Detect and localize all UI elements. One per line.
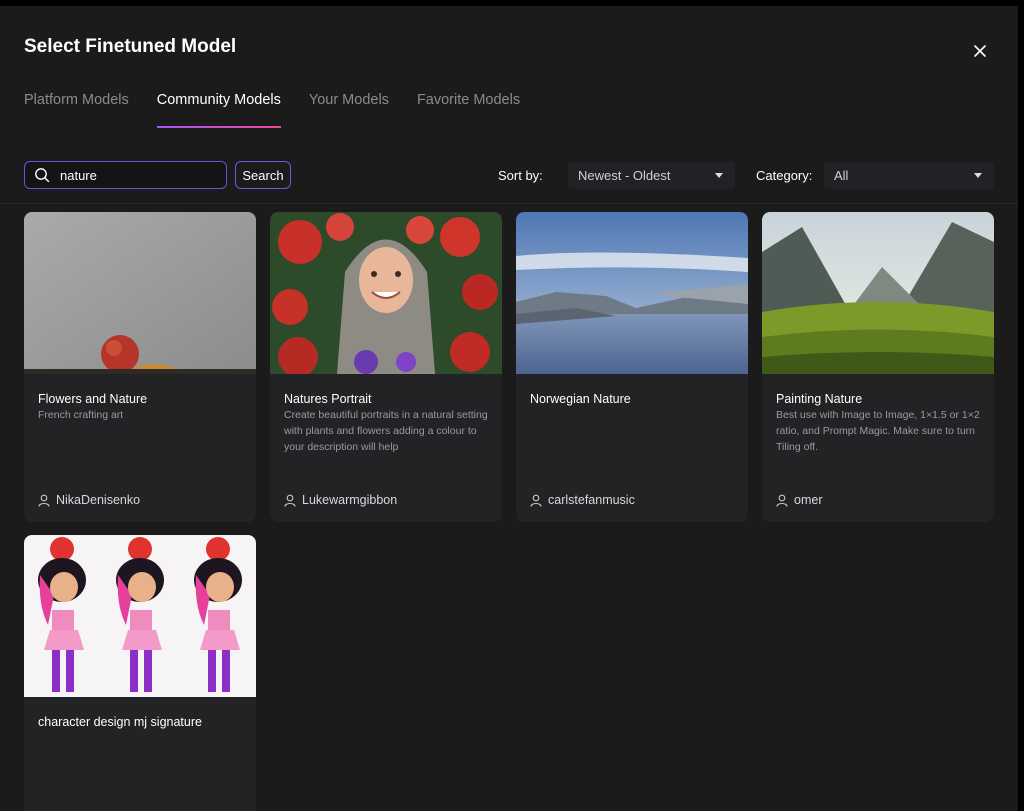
- model-name: Painting Nature: [776, 392, 863, 406]
- sort-label: Sort by:: [498, 168, 543, 183]
- model-thumbnail: [270, 212, 502, 374]
- model-name: Natures Portrait: [284, 392, 372, 406]
- category-label: Category:: [756, 168, 813, 183]
- model-author: Lukewarmgibbon: [284, 493, 397, 507]
- model-name: character design mj signature: [38, 715, 202, 729]
- search-button[interactable]: Search: [235, 161, 291, 189]
- user-icon: [530, 494, 542, 507]
- dialog-title: Select Finetuned Model: [24, 36, 237, 57]
- close-icon[interactable]: [970, 41, 990, 61]
- search-input[interactable]: [58, 166, 212, 184]
- tab-community-models[interactable]: Community Models: [156, 92, 281, 128]
- model-card-character-design[interactable]: character design mj signature: [24, 535, 256, 811]
- user-icon: [38, 494, 50, 507]
- model-card-flowers-and-nature[interactable]: Flowers and Nature French crafting art N…: [24, 212, 256, 522]
- sort-select[interactable]: Newest - Oldest: [568, 162, 735, 189]
- model-name: Norwegian Nature: [530, 392, 631, 406]
- model-thumbnail: [516, 212, 748, 374]
- model-author: omer: [776, 493, 822, 507]
- model-thumbnail: [24, 212, 256, 374]
- user-icon: [284, 494, 296, 507]
- sort-value: Newest - Oldest: [578, 168, 671, 183]
- author-name: carlstefanmusic: [548, 493, 635, 507]
- tab-platform-models[interactable]: Platform Models: [24, 92, 129, 128]
- author-name: Lukewarmgibbon: [302, 493, 398, 507]
- divider: [0, 203, 1018, 204]
- model-name: Flowers and Nature: [38, 392, 148, 406]
- chevron-down-icon: [715, 173, 723, 178]
- model-description: Best use with Image to Image, 1×1.5 or 1…: [776, 409, 980, 453]
- model-author: carlstefanmusic: [530, 493, 635, 507]
- model-thumbnail: [762, 212, 994, 374]
- tab-favorite-models[interactable]: Favorite Models: [417, 92, 520, 128]
- select-model-dialog: Select Finetuned Model Platform Models C…: [0, 6, 1018, 811]
- tab-your-models[interactable]: Your Models: [309, 92, 389, 128]
- search-field[interactable]: [24, 161, 227, 189]
- model-tabs: Platform Models Community Models Your Mo…: [24, 92, 520, 128]
- model-description: French crafting art: [38, 409, 124, 421]
- category-select[interactable]: All: [824, 162, 994, 189]
- model-author: NikaDenisenko: [38, 493, 140, 507]
- user-icon: [776, 494, 788, 507]
- model-card-norwegian-nature[interactable]: Norwegian Nature carlstefanmusic: [516, 212, 748, 522]
- model-thumbnail: [24, 535, 256, 697]
- category-value: All: [834, 168, 849, 183]
- author-name: omer: [794, 493, 823, 507]
- model-card-painting-nature[interactable]: Painting Nature Best use with Image to I…: [762, 212, 994, 522]
- author-name: NikaDenisenko: [56, 493, 141, 507]
- search-icon: [35, 168, 50, 183]
- model-card-natures-portrait[interactable]: Natures Portrait Create beautiful portra…: [270, 212, 502, 522]
- model-description: Create beautiful portraits in a natural …: [284, 409, 488, 453]
- chevron-down-icon: [974, 173, 982, 178]
